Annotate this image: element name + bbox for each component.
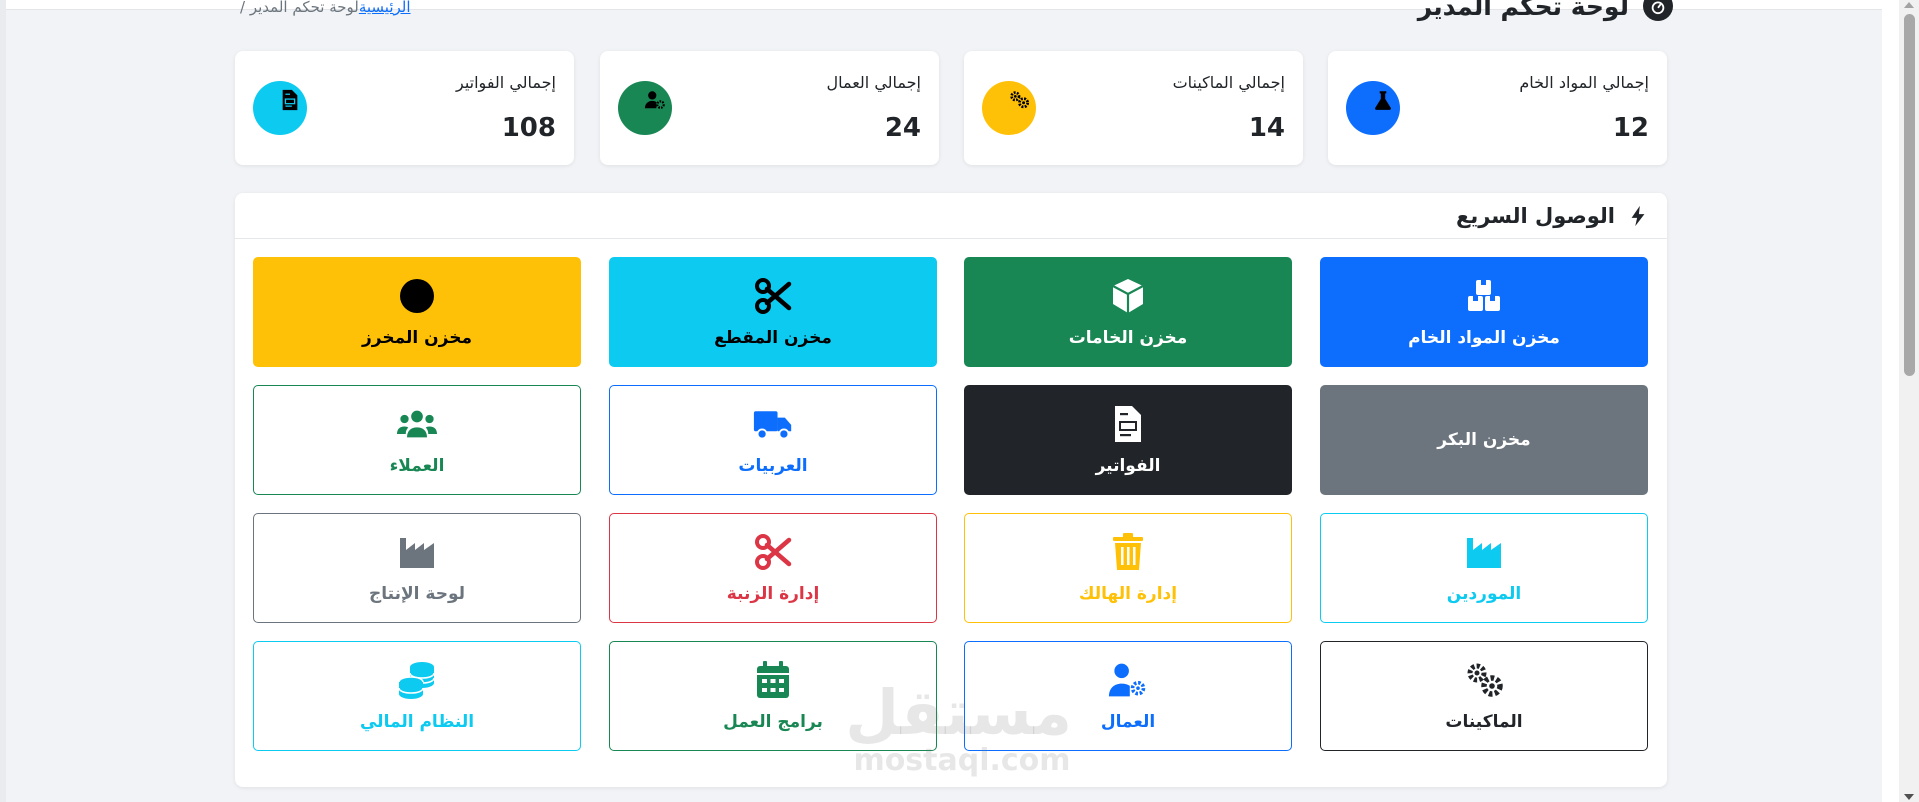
scissors-icon (755, 278, 792, 314)
tile-vehicles[interactable]: العربيات (609, 385, 937, 495)
stat-card-raw-materials: إجمالي المواد الخام 12 (1328, 51, 1667, 165)
bolt-icon (1631, 205, 1645, 226)
invoice-icon (282, 89, 298, 111)
stat-label: إجمالي المواد الخام (1519, 73, 1649, 92)
stat-label: إجمالي الفواتير (456, 73, 556, 92)
page-title-text: لوحة تحكم المدير (1417, 0, 1629, 21)
stat-value: 108 (501, 113, 556, 143)
stat-value: 24 (884, 113, 921, 143)
tile-label: مخزن المخرز (362, 328, 473, 348)
dashboard-icon (1643, 0, 1673, 21)
tile-label: الموردين (1446, 584, 1522, 604)
quick-access-panel: الوصول السريع مخزن المواد الخام مخزن الخ… (235, 193, 1667, 787)
stat-icon-circle (618, 81, 672, 135)
tile-punch-store[interactable]: مخزن المخرز (253, 257, 581, 367)
truck-icon (753, 411, 792, 440)
tile-work-schedules[interactable]: برامج العمل (609, 641, 937, 751)
tile-label: مخزن البكر (1437, 430, 1531, 450)
tile-label: النظام المالي (359, 712, 475, 732)
coins-icon (398, 662, 435, 699)
stat-label: إجمالي العمال (826, 73, 921, 92)
tile-label: برامج العمل (723, 712, 823, 732)
stat-icon-circle (253, 81, 307, 135)
tile-spool-store[interactable]: مخزن البكر (1320, 385, 1648, 495)
scrollbar-thumb[interactable] (1904, 14, 1915, 376)
scroll-down-icon[interactable] (1904, 794, 1914, 800)
tile-label: العربيات (738, 456, 808, 476)
users-icon (397, 410, 437, 438)
tile-cutting-store[interactable]: مخزن المقطع (609, 257, 937, 367)
gears-icon (1010, 91, 1030, 109)
breadcrumb-separator: / (240, 0, 250, 16)
invoice-icon (1115, 406, 1141, 442)
stat-label: إجمالي الماكينات (1172, 73, 1285, 92)
industry-icon (1467, 538, 1501, 568)
tile-label: العملاء (389, 456, 445, 476)
tile-materials-store[interactable]: مخزن الخامات (964, 257, 1292, 367)
page-title: لوحة تحكم المدير (1418, 0, 1673, 26)
tile-label: مخزن الخامات (1068, 328, 1188, 348)
tile-financial-system[interactable]: النظام المالي (253, 641, 581, 751)
tile-label: مخزن المواد الخام (1408, 328, 1560, 348)
stat-card-invoices: إجمالي الفواتير 108 (235, 51, 574, 165)
stat-icon-circle (982, 81, 1036, 135)
tile-workers[interactable]: العمال (964, 641, 1292, 751)
stat-icon-circle (1346, 81, 1400, 135)
breadcrumb-home-link[interactable]: الرئيسية (359, 0, 411, 16)
stat-card-machines: إجمالي الماكينات 14 (964, 51, 1303, 165)
user-gear-icon (1108, 663, 1146, 697)
scissors-icon (755, 534, 792, 570)
tile-label: إدارة الزنبة (726, 584, 820, 604)
tile-invoices[interactable]: الفواتير (964, 385, 1292, 495)
tile-waste-management[interactable]: إدارة الهالك (964, 513, 1292, 623)
tile-label: الماكينات (1445, 712, 1523, 732)
tile-label: الفواتير (1095, 456, 1161, 476)
calendar-icon (757, 661, 789, 698)
stat-value: 12 (1612, 113, 1649, 143)
trash-icon (1113, 533, 1143, 570)
tile-label: إدارة الهالك (1078, 584, 1178, 604)
box-icon (1112, 279, 1144, 313)
tile-raw-materials-store[interactable]: مخزن المواد الخام (1320, 257, 1648, 367)
quick-access-title: الوصول السريع (1456, 203, 1615, 228)
stat-card-workers: إجمالي العمال 24 (600, 51, 939, 165)
tile-label: العمال (1100, 712, 1156, 732)
vertical-scrollbar[interactable] (1899, 0, 1919, 802)
window-left-edge (0, 0, 6, 802)
stat-value: 14 (1248, 113, 1285, 143)
user-gear-icon (644, 91, 665, 109)
quick-access-header: الوصول السريع (235, 193, 1667, 239)
tile-production-board[interactable]: لوحة الإنتاج (253, 513, 581, 623)
tile-machines[interactable]: الماكينات (1320, 641, 1648, 751)
industry-icon (400, 538, 434, 568)
tile-suppliers[interactable]: الموردين (1320, 513, 1648, 623)
tile-customers[interactable]: العملاء (253, 385, 581, 495)
boxes-icon (1468, 280, 1500, 311)
flask-icon (1375, 91, 1391, 110)
breadcrumb: الرئيسيةلوحة تحكم المدير / (240, 0, 411, 16)
tile-scrap-management[interactable]: إدارة الزنبة (609, 513, 937, 623)
tile-label: لوحة الإنتاج (369, 584, 465, 604)
breadcrumb-current: لوحة تحكم المدير (249, 0, 359, 16)
gears-icon (1467, 663, 1503, 697)
scroll-up-icon[interactable] (1904, 2, 1914, 8)
tile-label: مخزن المقطع (714, 328, 832, 348)
circle-icon (400, 279, 434, 313)
